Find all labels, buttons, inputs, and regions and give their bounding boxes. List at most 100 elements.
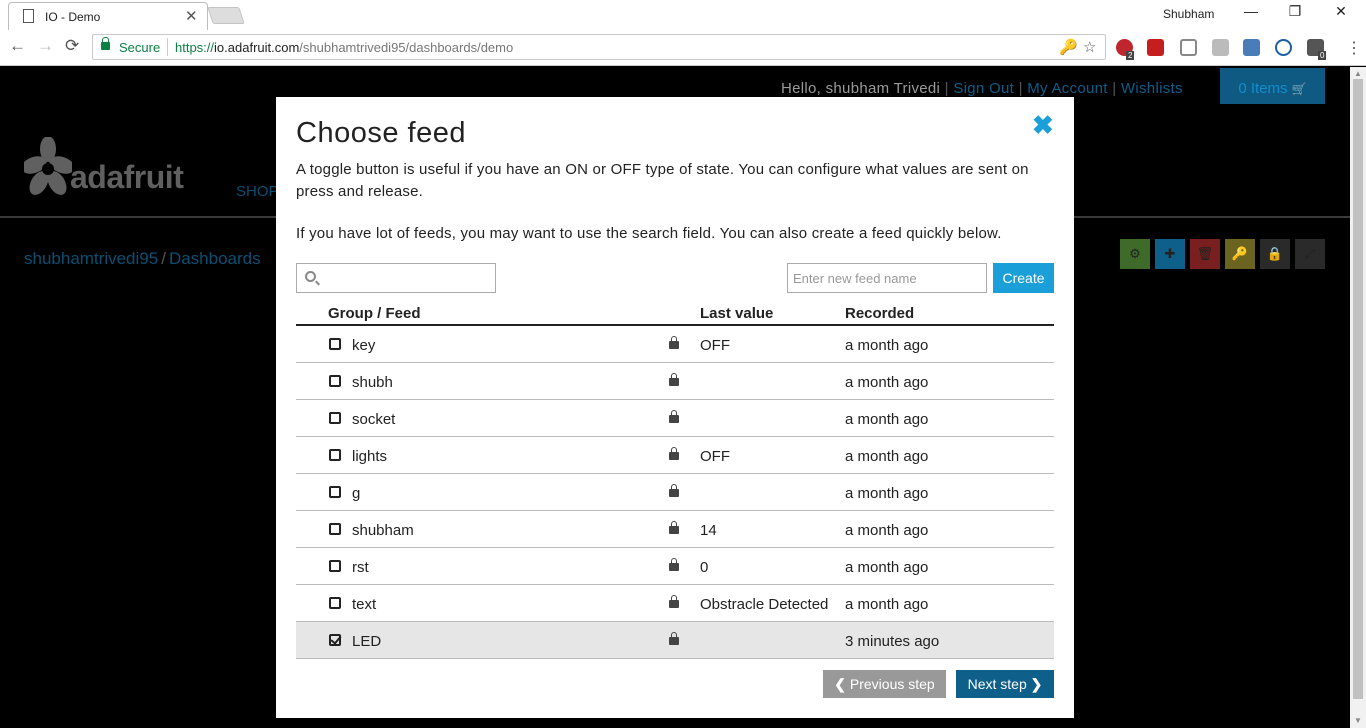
url-divider	[167, 38, 168, 56]
separator: |	[1018, 80, 1023, 97]
lock-icon	[669, 336, 679, 349]
feed-table-header: Group / Feed Last value Recorded	[296, 303, 1054, 326]
forward-icon[interactable]: →	[37, 36, 54, 56]
key-icon[interactable]: 🔑	[1059, 38, 1078, 56]
reload-icon[interactable]: ⟳	[65, 36, 79, 56]
bookmark-extension-icon[interactable]	[1147, 39, 1164, 56]
cart-button[interactable]: 0 Items 🛒	[1220, 68, 1325, 104]
screenshot-extension-icon[interactable]	[1243, 39, 1260, 56]
feed-row[interactable]: socket a month ago	[296, 400, 1054, 437]
separator: |	[944, 80, 949, 97]
feed-checkbox[interactable]	[329, 338, 341, 350]
breadcrumb: shubhamtrivedi95/Dashboards	[24, 249, 261, 269]
new-tab-button[interactable]	[207, 7, 245, 24]
chevron-left-icon: ❮	[834, 675, 846, 692]
lock-icon	[669, 632, 679, 645]
column-recorded: Recorded	[845, 305, 915, 322]
breadcrumb-separator: /	[161, 249, 166, 268]
address-bar[interactable]: Secure https://io.adafruit.com/shubhamtr…	[92, 34, 1106, 60]
bookmark-star-icon[interactable]: ☆	[1083, 38, 1096, 56]
create-feed-button[interactable]: Create	[993, 263, 1054, 293]
browser-menu-icon[interactable]: ⋮	[1346, 38, 1362, 58]
play-extension-icon[interactable]	[1275, 39, 1292, 56]
restore-button[interactable]: ❐	[1280, 3, 1310, 20]
url-host: io.adafruit.com	[214, 40, 300, 55]
feed-row[interactable]: shubh a month ago	[296, 363, 1054, 400]
adafruit-logo[interactable]: adafruit	[21, 136, 184, 202]
feed-row[interactable]: shubham 14 a month ago	[296, 511, 1054, 548]
add-block-tool[interactable]: ✚	[1155, 239, 1185, 269]
pdf-extension-icon[interactable]	[1212, 39, 1229, 56]
feed-checkbox[interactable]	[329, 523, 341, 535]
nav-shop-link[interactable]: SHOP	[236, 183, 279, 200]
lock-icon	[669, 447, 679, 460]
feed-search-input[interactable]	[323, 266, 491, 290]
feed-checkbox[interactable]	[329, 560, 341, 572]
minimize-button[interactable]: —	[1236, 3, 1266, 19]
tab-close-icon[interactable]: ✕	[185, 7, 198, 25]
adblock-count-badge: 2	[1126, 51, 1135, 60]
url-text[interactable]: https://io.adafruit.com/shubhamtrivedi95…	[175, 40, 513, 55]
fullscreen-tool[interactable]: ⤢	[1295, 239, 1325, 269]
feed-last-value: OFF	[700, 448, 730, 465]
lock-tool[interactable]: 🔒	[1260, 239, 1290, 269]
feed-checkbox[interactable]	[329, 412, 341, 424]
page-scrollbar[interactable]: ▲ ▼	[1350, 67, 1366, 728]
settings-tool[interactable]: ⚙	[1120, 239, 1150, 269]
modal-description: A toggle button is useful if you have an…	[296, 161, 1029, 200]
account-links: Hello, shubham Trivedi | Sign Out | My A…	[781, 80, 1183, 97]
feed-recorded: 3 minutes ago	[845, 633, 940, 650]
breadcrumb-user[interactable]: shubhamtrivedi95	[24, 249, 158, 268]
feed-name: key	[352, 337, 376, 354]
feed-recorded: a month ago	[845, 411, 929, 428]
key-tool[interactable]: 🔑	[1225, 239, 1255, 269]
feed-checkbox[interactable]	[329, 597, 341, 609]
scroll-up-arrow-icon[interactable]: ▲	[1354, 69, 1362, 78]
feed-search-box[interactable]	[296, 263, 496, 293]
feed-row[interactable]: lights OFF a month ago	[296, 437, 1054, 474]
feed-row[interactable]: key OFF a month ago	[296, 326, 1054, 363]
browser-tab[interactable]: IO - Demo ✕	[8, 2, 208, 30]
search-hint: If you have lot of feeds, you may want t…	[296, 225, 1002, 242]
scroll-down-arrow-icon[interactable]: ▼	[1354, 716, 1362, 725]
feed-checkbox[interactable]	[329, 375, 341, 387]
feed-recorded: a month ago	[845, 596, 929, 613]
new-feed-name-input[interactable]	[787, 263, 987, 293]
feed-name: text	[352, 596, 377, 613]
page-icon	[23, 9, 34, 23]
feed-name: shubham	[352, 522, 414, 539]
previous-step-button[interactable]: ❮ Previous step	[823, 670, 946, 698]
feed-name: lights	[352, 448, 388, 465]
chevron-right-icon: ❯	[1030, 675, 1043, 692]
feed-checkbox[interactable]	[329, 486, 341, 498]
feed-checkbox[interactable]	[329, 634, 341, 646]
feed-row[interactable]: g a month ago	[296, 474, 1054, 511]
feed-last-value: Obstracle Detected	[700, 596, 829, 613]
secure-lock-icon	[101, 37, 110, 50]
feed-last-value: OFF	[700, 337, 730, 354]
feed-row[interactable]: LED 3 minutes ago	[296, 622, 1054, 659]
modal-close-icon[interactable]: ✖	[1032, 110, 1054, 141]
scrollbar-thumb[interactable]	[1353, 79, 1363, 699]
sign-out-link[interactable]: Sign Out	[953, 80, 1014, 97]
cart-icon: 🛒	[1291, 82, 1307, 96]
window-close-button[interactable]: ✕	[1326, 3, 1356, 20]
breadcrumb-dashboards[interactable]: Dashboards	[169, 249, 261, 268]
feed-recorded: a month ago	[845, 559, 929, 576]
feed-name: g	[352, 485, 361, 502]
profile-name[interactable]: Shubham	[1163, 7, 1214, 21]
copy-extension-icon[interactable]	[1180, 39, 1197, 56]
feed-row[interactable]: rst 0 a month ago	[296, 548, 1054, 585]
delete-tool[interactable]: 🗑	[1190, 239, 1220, 269]
greeting-text: Hello, shubham Trivedi	[781, 80, 941, 97]
feed-row[interactable]: text Obstracle Detected a month ago	[296, 585, 1054, 622]
lock-icon	[669, 595, 679, 608]
lock-icon	[669, 521, 679, 534]
back-icon[interactable]: ←	[9, 36, 26, 56]
feed-checkbox[interactable]	[329, 449, 341, 461]
my-account-link[interactable]: My Account	[1027, 80, 1108, 97]
next-step-button[interactable]: Next step ❯	[956, 670, 1054, 698]
feed-last-value: 0	[700, 559, 709, 576]
lock-icon	[669, 558, 679, 571]
wishlists-link[interactable]: Wishlists	[1121, 80, 1183, 97]
